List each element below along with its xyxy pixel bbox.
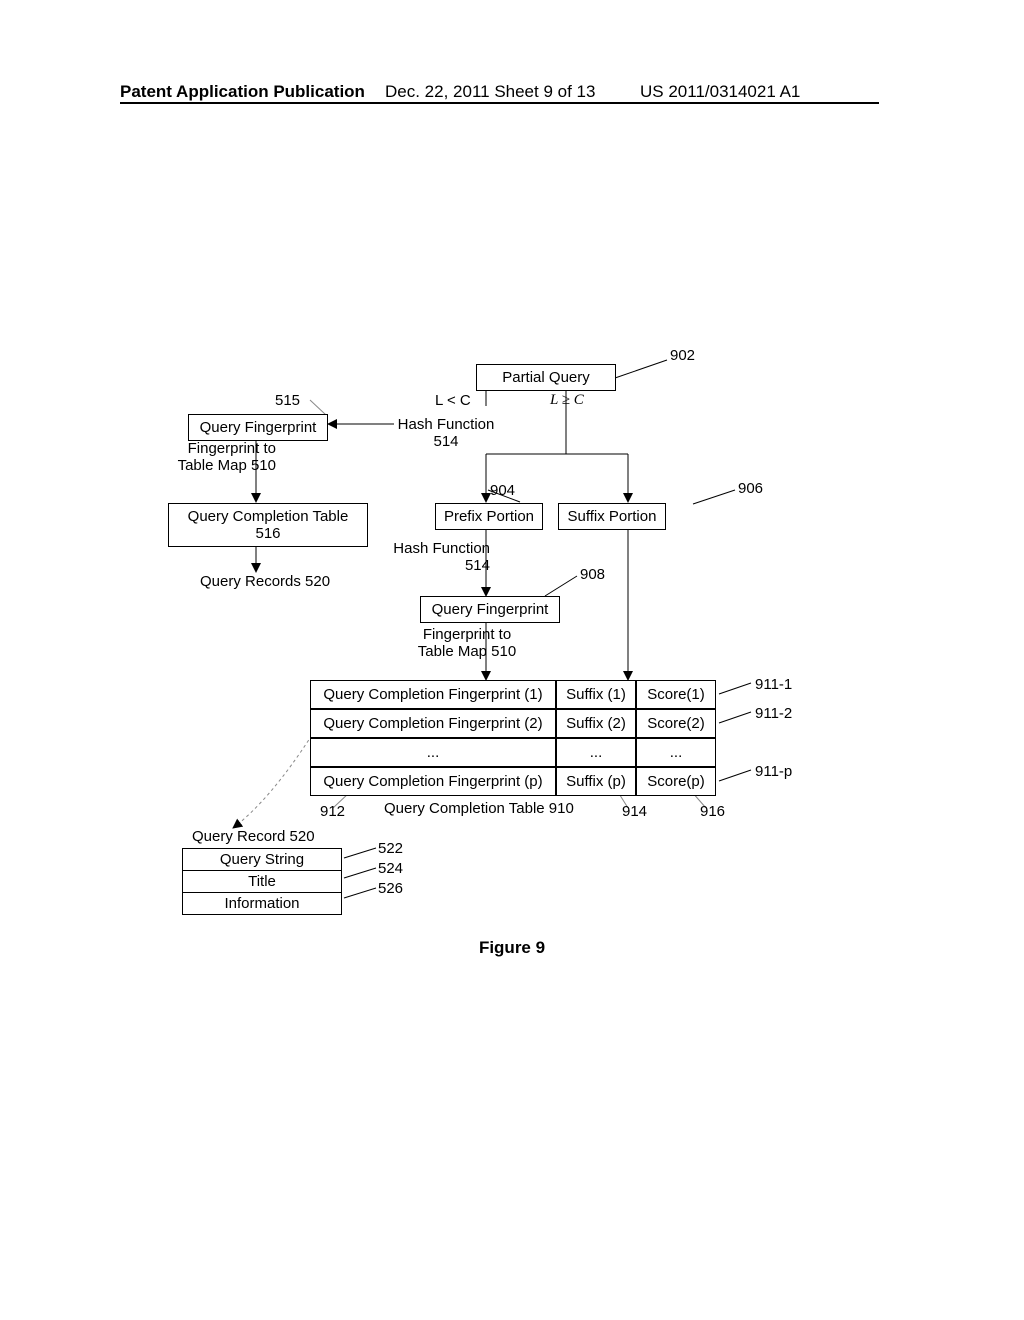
- qc-table-row-2: Query Completion Fingerprint (2) Suffix …: [310, 709, 716, 738]
- partial-query-box: Partial Query: [476, 364, 616, 391]
- ref-522: 522: [378, 840, 403, 857]
- qc-table-910-label: Query Completion Table 910: [384, 800, 574, 817]
- ref-911-1: 911-1: [755, 676, 792, 693]
- ref-515: 515: [275, 392, 300, 409]
- score-2: Score(2): [636, 709, 716, 738]
- qc-fp-2: Query Completion Fingerprint (2): [310, 709, 556, 738]
- cond-l-lt-c: L < C: [435, 392, 471, 409]
- ref-916: 916: [700, 803, 725, 820]
- qc-table-row-p: Query Completion Fingerprint (p) Suffix …: [310, 767, 716, 796]
- query-fingerprint-908: Query Fingerprint: [420, 596, 560, 623]
- qc-fp-1: Query Completion Fingerprint (1): [310, 680, 556, 709]
- ref-524: 524: [378, 860, 403, 877]
- qc-table-row-dots: ... ... ...: [310, 738, 716, 767]
- hash-function-514-mid: Hash Function 514: [390, 540, 490, 574]
- fp-to-map-510-left: Fingerprint to Table Map 510: [156, 440, 276, 474]
- ref-902: 902: [670, 347, 695, 364]
- qc-table-516: Query Completion Table 516: [168, 503, 368, 547]
- query-record-cell-string: Query String: [182, 848, 342, 871]
- query-record-520-label: Query Record 520: [192, 828, 315, 845]
- score-1: Score(1): [636, 680, 716, 709]
- suffix-p: Suffix (p): [556, 767, 636, 796]
- suffix-1: Suffix (1): [556, 680, 636, 709]
- query-fingerprint-515: Query Fingerprint: [188, 414, 328, 441]
- ref-911-p: 911-p: [755, 763, 792, 780]
- ref-912: 912: [320, 803, 345, 820]
- cell-dots-3: ...: [636, 738, 716, 767]
- ref-904: 904: [490, 482, 515, 499]
- figure-caption: Figure 9: [0, 938, 1024, 958]
- ref-911-2: 911-2: [755, 705, 792, 722]
- prefix-portion: Prefix Portion: [435, 503, 543, 530]
- ref-908: 908: [580, 566, 605, 583]
- query-record-cell-title: Title: [182, 870, 342, 893]
- fp-to-map-510-mid: Fingerprint to Table Map 510: [408, 626, 526, 660]
- score-p: Score(p): [636, 767, 716, 796]
- qc-table-row-1: Query Completion Fingerprint (1) Suffix …: [310, 680, 716, 709]
- hash-function-514-top: Hash Function 514: [396, 416, 496, 450]
- ref-906: 906: [738, 480, 763, 497]
- suffix-2: Suffix (2): [556, 709, 636, 738]
- ref-526: 526: [378, 880, 403, 897]
- cell-dots-1: ...: [310, 738, 556, 767]
- query-records-520: Query Records 520: [200, 573, 330, 590]
- cell-dots-2: ...: [556, 738, 636, 767]
- suffix-portion: Suffix Portion: [558, 503, 666, 530]
- cond-l-ge-c: L ≥ C: [550, 392, 584, 409]
- qc-fp-p: Query Completion Fingerprint (p): [310, 767, 556, 796]
- diagram-connectors: [0, 0, 1024, 1320]
- ref-914: 914: [622, 803, 647, 820]
- query-record-cell-info: Information: [182, 892, 342, 915]
